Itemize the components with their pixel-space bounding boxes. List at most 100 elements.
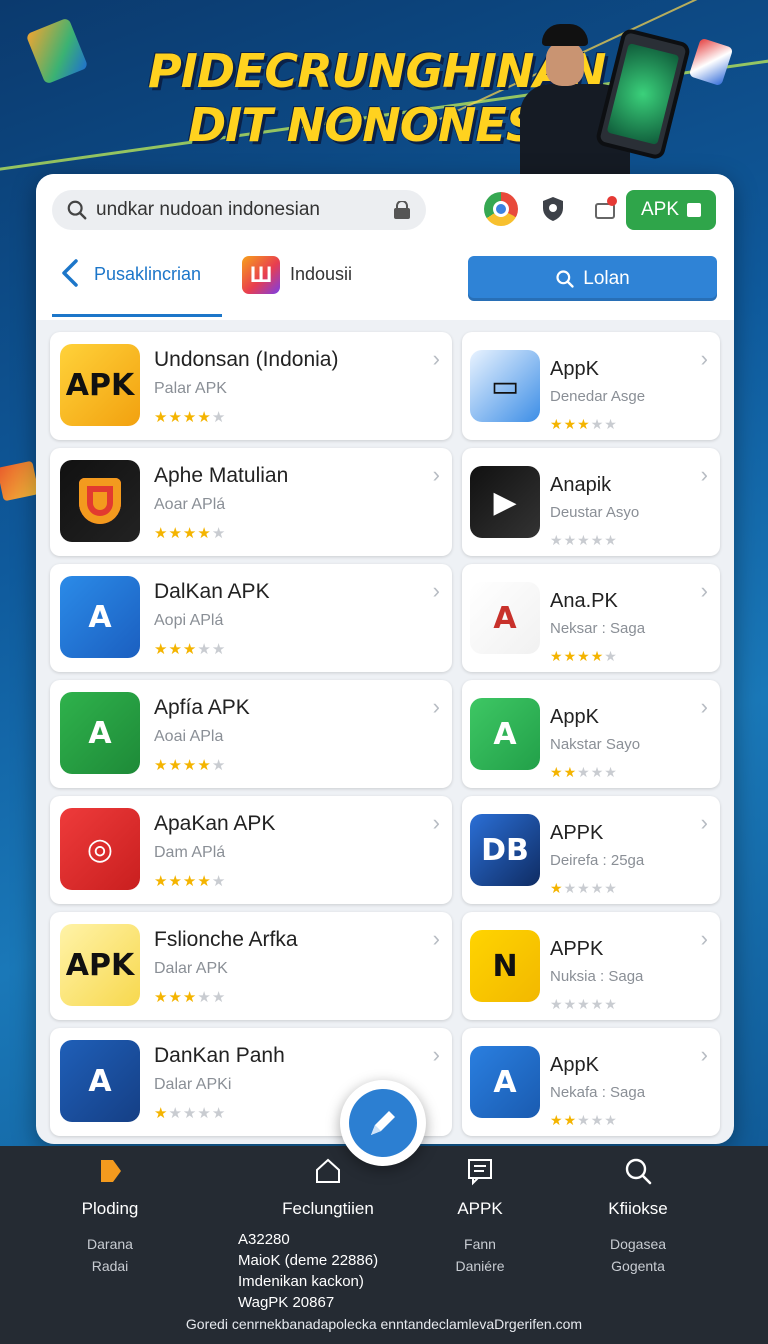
app-tile[interactable]: DB APPK Deirefa : 25ga ★★★★★ › bbox=[462, 796, 720, 904]
category-logo-glyph: Ш bbox=[249, 262, 273, 287]
app-tile[interactable]: A AppK Nakstar Sayo ★★★★★ › bbox=[462, 680, 720, 788]
home-icon bbox=[316, 1158, 340, 1183]
app-tile[interactable]: A AppK Nekafa : Saga ★★★★★ › bbox=[462, 1028, 720, 1136]
fab-button[interactable] bbox=[340, 1080, 426, 1166]
bottom-nav-label: Ploding bbox=[81, 1199, 139, 1218]
star-rating: ★★★★★ bbox=[154, 872, 226, 890]
chevron-right-icon[interactable]: › bbox=[701, 346, 708, 372]
chevron-right-icon[interactable]: › bbox=[433, 810, 440, 836]
chevron-right-icon[interactable]: › bbox=[701, 1042, 708, 1068]
bottom-nav-line: Fann bbox=[464, 1236, 496, 1252]
chevron-right-icon[interactable]: › bbox=[433, 462, 440, 488]
star-icon: ★ bbox=[154, 409, 169, 426]
shield-icon[interactable] bbox=[536, 192, 570, 226]
app-icon[interactable]: A bbox=[60, 692, 140, 774]
chevron-right-icon[interactable]: › bbox=[433, 578, 440, 604]
app-name: AppK bbox=[550, 358, 599, 380]
app-tile[interactable]: APK Fslionche Arfka Dalar APK ★★★★★ › bbox=[50, 912, 452, 1020]
message-icon bbox=[468, 1159, 492, 1186]
chevron-right-icon[interactable]: › bbox=[433, 346, 440, 372]
chevron-right-icon[interactable]: › bbox=[701, 926, 708, 952]
app-subtitle: Deustar Asyo bbox=[550, 504, 640, 521]
app-icon-glyph: ▭ bbox=[490, 368, 520, 404]
app-tile[interactable]: ▶ Anapik Deustar Asyo ★★★★★ › bbox=[462, 448, 720, 556]
notification-icon[interactable] bbox=[588, 192, 622, 226]
app-icon[interactable]: ◎ bbox=[60, 808, 140, 890]
bottom-nav-item-ploding[interactable]: Ploding Darana Radai bbox=[70, 1156, 150, 1277]
app-icon[interactable] bbox=[60, 460, 140, 542]
star-icon: ★ bbox=[590, 1112, 605, 1128]
app-icon[interactable]: A bbox=[470, 582, 540, 654]
star-icon: ★ bbox=[197, 1105, 212, 1122]
app-name: DanKan Panh bbox=[154, 1044, 285, 1067]
tab-home[interactable]: Pusaklincrian bbox=[94, 264, 201, 285]
app-icon[interactable]: A bbox=[470, 698, 540, 770]
star-icon: ★ bbox=[168, 1105, 183, 1122]
chevron-right-icon[interactable]: › bbox=[701, 578, 708, 604]
chevron-right-icon[interactable]: › bbox=[433, 694, 440, 720]
promo-person-illustration bbox=[520, 14, 692, 180]
app-tile[interactable]: ◎ ApaKan APK Dam APlá ★★★★★ › bbox=[50, 796, 452, 904]
tab-category[interactable]: Indousii bbox=[290, 264, 352, 285]
app-tile[interactable]: Aphe Matulian Aoar APlá ★★★★★ › bbox=[50, 448, 452, 556]
bottom-nav-label: Feclungtiien bbox=[282, 1199, 374, 1218]
star-icon: ★ bbox=[577, 764, 591, 780]
app-icon[interactable]: N bbox=[470, 930, 540, 1002]
app-icon[interactable]: ▶ bbox=[470, 466, 540, 538]
app-tile[interactable]: N APPK Nuksia : Saga ★★★★★ › bbox=[462, 912, 720, 1020]
app-icon[interactable]: A bbox=[60, 576, 140, 658]
star-icon: ★ bbox=[211, 409, 227, 426]
star-icon: ★ bbox=[168, 873, 183, 890]
bottom-nav-line: Dogasea bbox=[609, 1236, 667, 1252]
bottom-nav-item-kfiiokse[interactable]: Kfiiokse Dogasea Gogenta bbox=[598, 1156, 678, 1277]
footer-text: Goredi cenrnekbanadapolecka enntandeclam… bbox=[185, 1316, 583, 1332]
chevron-right-icon[interactable]: › bbox=[433, 926, 440, 952]
star-icon: ★ bbox=[168, 641, 183, 658]
app-icon[interactable]: DB bbox=[470, 814, 540, 886]
app-icon[interactable]: APK bbox=[60, 344, 140, 426]
star-icon: ★ bbox=[197, 989, 212, 1006]
app-subtitle: Aoai APla bbox=[154, 728, 224, 745]
bottom-nav-item-feclungtiien[interactable]: Feclungtiien A32280 MaioK (deme 22886) I… bbox=[238, 1156, 418, 1313]
star-icon: ★ bbox=[604, 416, 618, 432]
search-action-label: Lolan bbox=[583, 267, 630, 289]
star-icon: ★ bbox=[604, 764, 618, 780]
search-action-button[interactable]: Lolan bbox=[468, 256, 717, 301]
app-icon-glyph: A bbox=[88, 599, 112, 635]
app-name: Apfía APK bbox=[154, 696, 250, 719]
star-icon: ★ bbox=[197, 525, 212, 542]
app-tile[interactable]: ▭ AppK Denedar Asge ★★★★★ › bbox=[462, 332, 720, 440]
app-icon[interactable]: A bbox=[60, 1040, 140, 1122]
app-tile[interactable]: APK Undonsan (Indonia) Palar APK ★★★★★ › bbox=[50, 332, 452, 440]
star-icon: ★ bbox=[577, 880, 591, 896]
category-logo-icon[interactable]: Ш bbox=[242, 256, 280, 294]
star-rating: ★★★★★ bbox=[154, 524, 226, 542]
star-rating: ★★★★★ bbox=[550, 764, 618, 781]
chevron-right-icon[interactable]: › bbox=[701, 462, 708, 488]
decor-cube-icon bbox=[0, 460, 40, 502]
search-icon bbox=[556, 269, 574, 288]
bottom-nav-label: APPK bbox=[457, 1199, 503, 1218]
star-rating: ★★★★★ bbox=[154, 1104, 226, 1122]
search-bar[interactable]: undkar nudoan indonesian bbox=[52, 190, 426, 230]
back-chevron-icon[interactable] bbox=[58, 258, 82, 288]
tab-underline bbox=[52, 314, 222, 317]
star-icon: ★ bbox=[550, 1112, 564, 1128]
app-tile[interactable]: A DalKan APK Aopi APlá ★★★★★ › bbox=[50, 564, 452, 672]
app-tile[interactable]: A Apfía APK Aoai APla ★★★★★ › bbox=[50, 680, 452, 788]
apk-button[interactable]: APK bbox=[626, 190, 716, 230]
browser-icon[interactable] bbox=[484, 192, 518, 226]
app-icon[interactable]: APK bbox=[60, 924, 140, 1006]
star-icon: ★ bbox=[563, 764, 578, 780]
search-input[interactable]: undkar nudoan indonesian bbox=[96, 199, 392, 221]
star-icon: ★ bbox=[182, 1105, 198, 1122]
chevron-right-icon[interactable]: › bbox=[701, 694, 708, 720]
chevron-right-icon[interactable]: › bbox=[433, 1042, 440, 1068]
app-icon[interactable]: ▭ bbox=[470, 350, 540, 422]
app-icon[interactable]: A bbox=[470, 1046, 540, 1118]
app-tile[interactable]: A Ana.PK Neksar : Saga ★★★★★ › bbox=[462, 564, 720, 672]
chevron-right-icon[interactable]: › bbox=[701, 810, 708, 836]
star-rating: ★★★★★ bbox=[154, 988, 226, 1006]
bottom-nav-item-appk[interactable]: APPK Fann Daniére bbox=[440, 1156, 520, 1277]
star-icon: ★ bbox=[604, 996, 618, 1012]
